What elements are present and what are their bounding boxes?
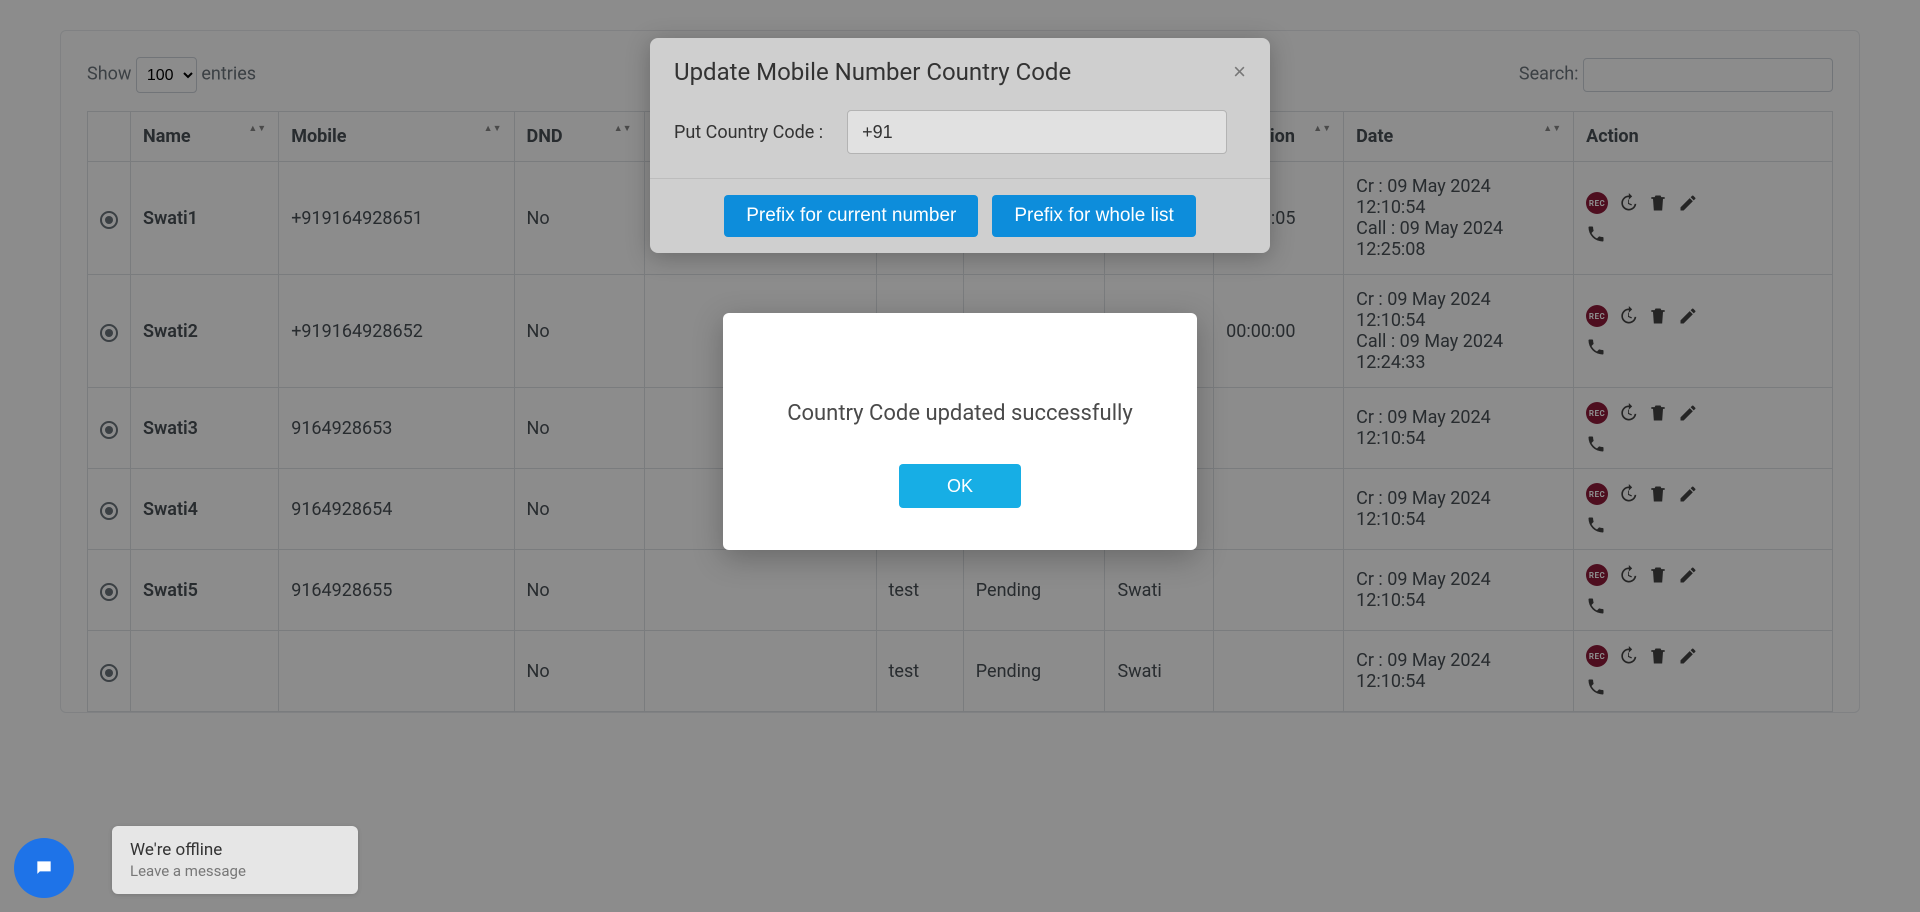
modal-close-button[interactable]: ×	[1233, 59, 1246, 85]
prefix-whole-list-button[interactable]: Prefix for whole list	[992, 195, 1195, 237]
chat-icon	[34, 858, 54, 878]
success-alert: Country Code updated successfully OK	[723, 313, 1197, 550]
chat-status-title: We're offline	[130, 840, 340, 860]
alert-message: Country Code updated successfully	[753, 401, 1167, 426]
modal-title: Update Mobile Number Country Code	[674, 58, 1071, 86]
chat-status-sub: Leave a message	[130, 862, 340, 880]
country-code-input[interactable]	[847, 110, 1227, 154]
country-code-label: Put Country Code :	[674, 122, 823, 143]
update-country-code-modal: Update Mobile Number Country Code × Put …	[650, 38, 1270, 253]
prefix-current-button[interactable]: Prefix for current number	[724, 195, 978, 237]
chat-status-bubble[interactable]: We're offline Leave a message	[112, 826, 358, 894]
alert-ok-button[interactable]: OK	[899, 464, 1021, 508]
chat-launcher[interactable]	[14, 838, 74, 898]
